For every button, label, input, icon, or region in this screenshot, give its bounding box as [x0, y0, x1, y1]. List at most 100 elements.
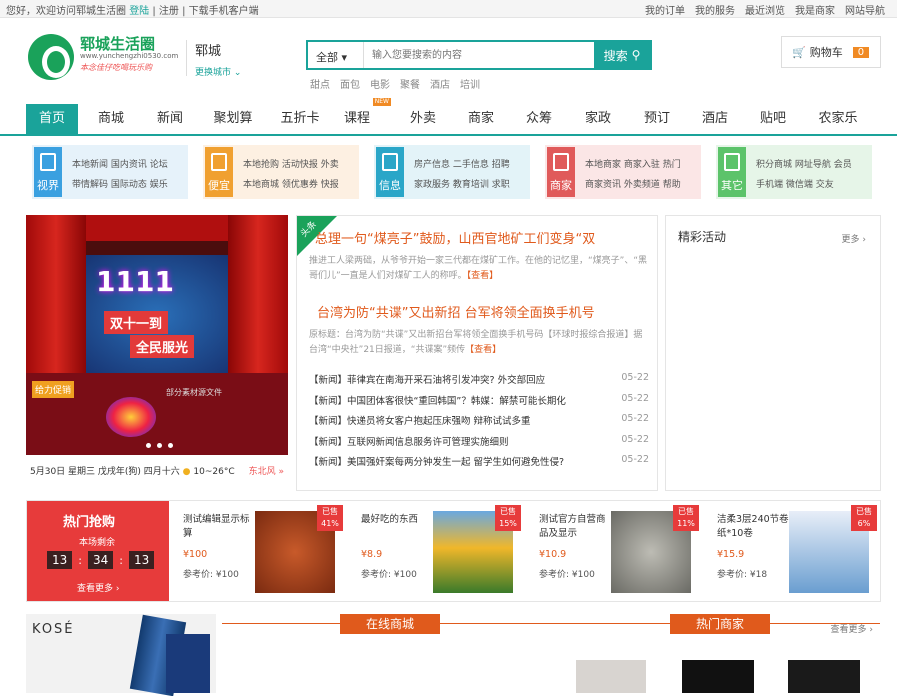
- hot-keyword[interactable]: 培训: [460, 76, 480, 91]
- hot-keyword[interactable]: 聚餐: [400, 76, 420, 91]
- nav-merchants[interactable]: 商家: [456, 104, 506, 134]
- my-orders-link[interactable]: 我的订单: [645, 2, 685, 17]
- category-links[interactable]: 本地抢购 活动快报 外卖 本地商城 领优惠券 快报: [243, 155, 359, 195]
- chevron-down-icon: ▾: [341, 51, 348, 64]
- category-links[interactable]: 房产信息 二手信息 招聘 家政服务 教育培训 求职: [414, 155, 530, 195]
- list-item[interactable]: 【新闻】美国强奸案每两分钟发生一起 留学生如何避免性侵? 05-22: [309, 454, 649, 475]
- countdown-timer: 13: 34: 13: [47, 551, 155, 569]
- site-logo[interactable]: 郓城生活圈 www.yunchengzhi0530.com 本念佳仔吃喝玩乐购: [28, 32, 178, 90]
- activity-more[interactable]: 更多 ›: [842, 232, 867, 245]
- product-price: ¥8.9: [361, 549, 383, 560]
- category-links[interactable]: 本地新闻 国内资讯 论坛 带情解码 国际动态 娱乐: [72, 155, 188, 195]
- carousel-dots[interactable]: [146, 443, 173, 448]
- nav-hotel[interactable]: 酒店: [690, 104, 740, 134]
- product-ref-price: 参考价: ¥100: [183, 570, 239, 580]
- wind-text: 东北风: [248, 467, 276, 477]
- my-services-link[interactable]: 我的服务: [695, 2, 735, 17]
- category-label: 其它: [721, 179, 743, 192]
- headline-1[interactable]: 总理一句“煤亮子”鼓励，山西官地矿工们变身“双: [315, 228, 655, 247]
- hot-keyword[interactable]: 酒店: [430, 76, 450, 91]
- site-nav-link[interactable]: 网站导航: [845, 2, 885, 17]
- product-card[interactable]: 测试编辑显示标算 ¥100 参考价: ¥100 已售41%: [171, 501, 349, 601]
- search-icon: ⚲: [631, 48, 641, 62]
- category-info[interactable]: 信息 房产信息 二手信息 招聘 家政服务 教育培训 求职: [374, 145, 530, 199]
- nav-news[interactable]: 新闻: [145, 104, 195, 134]
- category-links[interactable]: 积分商城 网址导航 会员 手机端 微信端 交友: [756, 155, 872, 195]
- headline-2[interactable]: 台湾为防“共谍”又出新招 台军将领全面换手机号: [317, 302, 595, 321]
- box-image: [166, 634, 210, 693]
- register-link[interactable]: 注册: [159, 6, 179, 17]
- top-bar: 您好，欢迎访问郓城生活圈 登陆 | 注册 | 下载手机客户端 我的订单 我的服务…: [0, 0, 897, 18]
- divider: [222, 623, 880, 624]
- kose-ad[interactable]: KOSÉ: [26, 614, 216, 696]
- product-ref-price: 参考价: ¥100: [539, 570, 595, 580]
- nav-home[interactable]: 首页: [26, 104, 78, 134]
- category-merchant[interactable]: 商家 本地商家 商家入驻 热门 商家资讯 外卖频道 帮助: [545, 145, 701, 199]
- merchant-thumb[interactable]: [682, 660, 754, 693]
- headline-1-summary: 推进工人梁两础，从爷爷开始一家三代都在煤矿工作。在他的记忆里，“煤亮子”、“黑哥…: [309, 254, 649, 284]
- list-item[interactable]: 【新闻】快递员将女客户抱起压床强吻 辩称试试多重 05-22: [309, 413, 649, 434]
- product-card[interactable]: 洁柔3层240节卷纸*10卷 ¥15.9 参考价: ¥18 已售6%: [705, 501, 883, 601]
- top-links: 我的订单 我的服务 最近浏览 我是商家 网站导航: [645, 2, 885, 17]
- section-hot-merchants[interactable]: 热门商家: [670, 614, 770, 634]
- carousel-dot[interactable]: [146, 443, 151, 448]
- recent-views-link[interactable]: 最近浏览: [745, 2, 785, 17]
- hot-keyword[interactable]: 甜点: [310, 76, 330, 91]
- category-cheap[interactable]: 便宜 本地抢购 活动快报 外卖 本地商城 领优惠券 快报: [203, 145, 359, 199]
- city-selector[interactable]: 郓城 更换城市 ⌄: [186, 40, 241, 78]
- wind: 东北风 »: [248, 467, 284, 477]
- category-strip: 视界 本地新闻 国内资讯 论坛 带情解码 国际动态 娱乐 便宜 本地抢购 活动快…: [32, 145, 888, 199]
- nav-housekeeping[interactable]: 家政: [573, 104, 623, 134]
- merchant-link[interactable]: 我是商家: [795, 2, 835, 17]
- chevron-down-icon: ⌄: [233, 68, 242, 78]
- merchant-thumb[interactable]: [788, 660, 860, 693]
- view-link[interactable]: 【查看】: [467, 271, 499, 281]
- nav-groupbuy[interactable]: 聚划算: [206, 104, 260, 134]
- timer-minutes: 34: [88, 551, 114, 569]
- view-link[interactable]: 【查看】: [465, 345, 501, 355]
- merchants-more[interactable]: 查看更多 ›: [831, 622, 873, 635]
- nav-halfcard[interactable]: 五折卡: [273, 104, 327, 134]
- news-title: 【新闻】美国强奸案每两分钟发生一起 留学生如何避免性侵?: [309, 457, 565, 468]
- category-view[interactable]: 视界 本地新闻 国内资讯 论坛 带情解码 国际动态 娱乐: [32, 145, 188, 199]
- download-app-link[interactable]: 下载手机客户端: [189, 6, 259, 17]
- login-link[interactable]: 登陆: [129, 6, 149, 17]
- search-input[interactable]: [364, 42, 594, 68]
- promo-banner[interactable]: 1111 双十一到 全民服光 给力促销 部分素材源文件: [26, 215, 288, 455]
- nav-courses[interactable]: 课程 NEW: [337, 98, 391, 134]
- carousel-dot[interactable]: [168, 443, 173, 448]
- banner-sub: 部分素材源文件: [166, 388, 222, 397]
- nav-takeout[interactable]: 外卖: [398, 104, 448, 134]
- category-links[interactable]: 本地商家 商家入驻 热门 商家资讯 外卖频道 帮助: [585, 155, 701, 195]
- paper-plane-icon: [382, 153, 398, 171]
- list-item[interactable]: 【新闻】互联网新闻信息服务许可管理实施细则 05-22: [309, 434, 649, 455]
- product-card[interactable]: 测试官方自营商品及显示 ¥10.9 参考价: ¥100 已售11%: [527, 501, 705, 601]
- new-badge: NEW: [372, 98, 391, 106]
- nav-mall[interactable]: 商城: [86, 104, 136, 134]
- category-other[interactable]: 其它 积分商城 网址导航 会员 手机端 微信端 交友: [716, 145, 872, 199]
- flash-sale-header: 热门抢购 本场剩余 13: 34: 13 查看更多 ›: [27, 501, 169, 601]
- temperature: 10~26°C: [193, 467, 235, 477]
- cart-button[interactable]: 🛒 购物车 0: [781, 36, 881, 68]
- hot-keyword[interactable]: 电影: [370, 76, 390, 91]
- news-list: 【新闻】菲律宾在南海开采石油将引发冲突? 外交部回应 05-22 【新闻】中国团体…: [309, 372, 649, 475]
- flash-more-link[interactable]: 查看更多 ›: [77, 581, 119, 594]
- section-online-mall[interactable]: 在线商城: [340, 614, 440, 634]
- list-item[interactable]: 【新闻】菲律宾在南海开采石油将引发冲突? 外交部回应 05-22: [309, 372, 649, 393]
- change-city[interactable]: 更换城市 ⌄: [195, 65, 241, 78]
- search-button[interactable]: 搜索 ⚲: [594, 42, 650, 68]
- hot-keywords: 甜点 面包 电影 聚餐 酒店 培训: [310, 76, 480, 91]
- merchant-thumb[interactable]: [576, 660, 646, 693]
- nav-farmstay[interactable]: 农家乐: [808, 104, 868, 134]
- search-scope-select[interactable]: 全部 ▾: [308, 42, 364, 68]
- nav-forum[interactable]: 贴吧: [748, 104, 798, 134]
- nav-booking[interactable]: 预订: [632, 104, 682, 134]
- product-card[interactable]: 最好吃的东西 ¥8.9 参考价: ¥100 已售15%: [349, 501, 527, 601]
- nav-crowdfunding[interactable]: 众筹: [514, 104, 564, 134]
- hot-keyword[interactable]: 面包: [340, 76, 360, 91]
- news-title: 【新闻】菲律宾在南海开采石油将引发冲突? 外交部回应: [309, 375, 546, 386]
- carousel-dot[interactable]: [157, 443, 162, 448]
- list-item[interactable]: 【新闻】中国团体客很快“重回韩国”？韩媒：解禁可能长期化 05-22: [309, 393, 649, 414]
- news-title: 【新闻】中国团体客很快“重回韩国”？韩媒：解禁可能长期化: [309, 395, 566, 407]
- sold-badge: 已售15%: [495, 505, 521, 531]
